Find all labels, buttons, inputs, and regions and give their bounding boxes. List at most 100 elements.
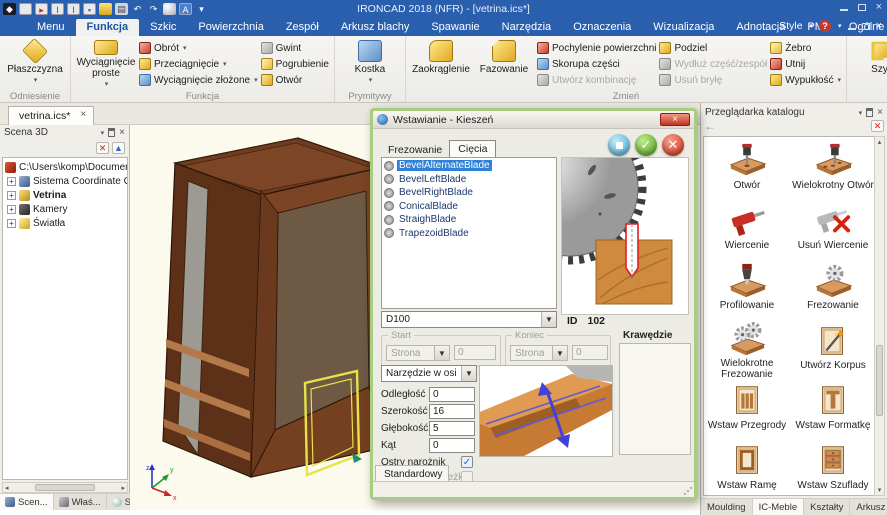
loft-button[interactable]: Wyciągnięcie złożone ▾ <box>139 73 258 87</box>
pin-icon[interactable] <box>108 128 116 137</box>
tab-narzedzia[interactable]: Narzędzia <box>491 19 563 36</box>
thread-button[interactable]: Gwint <box>260 41 329 55</box>
delete-body-button[interactable]: Usuń bryłę <box>659 73 767 87</box>
angle-field[interactable]: 0 <box>429 438 475 453</box>
revolve-button[interactable]: Obrót ▾ <box>139 41 258 55</box>
list-item-blade[interactable]: StraighBlade <box>382 213 556 227</box>
preview-button[interactable] <box>608 134 630 156</box>
cube-button[interactable]: Kostka ▾ <box>340 38 400 90</box>
tab-oznaczenia[interactable]: Oznaczenia <box>562 19 642 36</box>
filter-icon[interactable]: ▲ <box>112 141 125 154</box>
distance-field[interactable]: 0 <box>429 387 475 402</box>
chevron-down-icon[interactable]: ▾ <box>101 129 105 137</box>
open-folder-icon[interactable] <box>99 3 112 15</box>
shell-button[interactable]: Skorupa części <box>536 57 657 71</box>
catalog-item-wielokrotne-frezowanie[interactable]: Wielokrotne Frezowanie <box>704 320 790 380</box>
standard-tab[interactable]: Standardowy <box>375 465 449 482</box>
close-icon[interactable]: × <box>80 110 86 120</box>
sweep-button[interactable]: Przeciągnięcie ▾ <box>139 57 258 71</box>
doc-close-button[interactable]: × <box>876 21 882 32</box>
pattern-button[interactable]: Szyk <box>852 38 887 90</box>
tab-scene[interactable]: Scen... <box>0 494 54 510</box>
end-value-field[interactable]: 0 <box>572 345 608 360</box>
scroll-left-icon[interactable]: ◂ <box>5 484 9 492</box>
expand-icon[interactable]: + <box>7 190 16 200</box>
tree-item-kamery[interactable]: + Kamery <box>3 202 127 216</box>
catalog-item-wstaw-przegrody[interactable]: Wstaw Przegrody <box>704 380 790 440</box>
catalog-scrollbar[interactable]: ▴ ▾ <box>874 136 885 496</box>
tab-ksztalty[interactable]: Kształty <box>804 499 851 515</box>
dialog-title-bar[interactable]: Wstawianie - Kieszeń × <box>373 111 694 129</box>
sharp-corner-checkbox[interactable]: ✓ <box>461 456 473 468</box>
list-item-blade[interactable]: BevelAlternateBlade <box>382 159 556 173</box>
tree-horizontal-scrollbar[interactable]: ◂ ▸ <box>2 482 128 493</box>
catalog-item-frezowanie[interactable]: Frezowanie <box>790 260 876 320</box>
tab-menu[interactable]: Menu <box>26 19 76 36</box>
help-icon[interactable]: ? <box>819 20 832 32</box>
open-scene-icon[interactable]: ▸ <box>35 3 48 15</box>
depth-field[interactable]: 5 <box>429 421 475 436</box>
start-side-dropdown[interactable]: Strona ▼ <box>386 345 450 361</box>
tab-moulding[interactable]: Moulding <box>701 499 753 515</box>
end-side-dropdown[interactable]: Strona ▼ <box>510 345 568 361</box>
chevron-down-icon[interactable]: ▾ <box>838 22 842 30</box>
tree-item-coordinate-system[interactable]: + Sistema Coordinate Global <box>3 174 127 188</box>
doc-restore-button[interactable] <box>861 22 870 30</box>
app-logo-icon[interactable]: ◆ <box>3 3 16 15</box>
hole-button[interactable]: Otwór <box>260 73 329 87</box>
scroll-down-icon[interactable]: ▾ <box>878 486 882 494</box>
expand-icon[interactable]: + <box>7 218 16 228</box>
catalog-item-wiercenie[interactable]: Wiercenie <box>704 200 790 260</box>
save-icon[interactable]: ▤ <box>115 3 128 15</box>
scroll-thumb[interactable] <box>35 484 95 491</box>
tab-funkcja[interactable]: Funkcja <box>75 19 140 36</box>
tree-item-vetrina[interactable]: + Vetrina <box>3 188 127 202</box>
insert-assembly-icon[interactable]: I <box>67 3 80 15</box>
catalog-item-wielokrotny-otwor[interactable]: Wielokrotny Otwór <box>790 140 876 200</box>
tab-spawanie[interactable]: Spawanie <box>420 19 490 36</box>
catalog-item-otwor[interactable]: Otwór <box>704 140 790 200</box>
resize-grip[interactable] <box>683 486 692 495</box>
list-item-blade[interactable]: TrapezoidBlade <box>382 227 556 241</box>
extrude-button[interactable]: Wyciągnięcie proste ▾ <box>76 38 136 90</box>
template-icon[interactable]: ▪ <box>83 3 96 15</box>
chevron-down-icon[interactable]: ▾ <box>810 22 814 30</box>
tab-wizualizacja[interactable]: Wizualizacja <box>642 19 725 36</box>
catalog-item-usun-wiercenie[interactable]: Usuń Wiercenie <box>790 200 876 260</box>
tab-arkusz-blachy[interactable]: Arkusz blachy <box>330 19 420 36</box>
catalog-item-utworz-korpus[interactable]: Utwórz Korpus <box>790 320 876 380</box>
restore-button[interactable] <box>857 3 866 11</box>
cancel-button[interactable]: ✕ <box>662 134 684 156</box>
catalog-item-wstaw-formatke[interactable]: Wstaw Formatkę <box>790 380 876 440</box>
tab-szkic[interactable]: Szkic <box>139 19 187 36</box>
tree-item-swiatla[interactable]: + Światła <box>3 216 127 230</box>
redo-icon[interactable]: ↷ <box>147 3 160 15</box>
split-button[interactable]: Podziel <box>659 41 767 55</box>
blade-size-dropdown[interactable]: D100 ▼ <box>381 311 557 328</box>
ok-button[interactable]: ✓ <box>635 134 657 156</box>
emboss-button[interactable]: Wypukłość ▾ <box>770 73 841 87</box>
trim-button[interactable]: Utnij <box>770 57 841 71</box>
tree-item-scene-root[interactable]: C:\Users\komp\Documents\G <box>3 160 127 174</box>
scroll-thumb[interactable] <box>876 344 883 417</box>
tab-ciecia[interactable]: Cięcia <box>449 140 497 158</box>
scroll-right-icon[interactable]: ▸ <box>121 484 125 492</box>
style-menu[interactable]: Style <box>779 20 802 32</box>
list-item-blade[interactable]: BevelLeftBlade <box>382 173 556 187</box>
pin-icon[interactable] <box>866 108 874 117</box>
thicken-button[interactable]: Pogrubienie <box>260 57 329 71</box>
tool-mode-dropdown[interactable]: Narzędzie w osi ▼ <box>381 365 477 382</box>
chamfer-button[interactable]: Fazowanie <box>474 38 534 90</box>
visual-styles-icon[interactable]: A <box>179 3 192 15</box>
close-button[interactable]: × <box>876 2 882 13</box>
draft-button[interactable]: Pochylenie powierzchni <box>536 41 656 55</box>
close-catalog-icon[interactable]: ✕ <box>871 119 884 132</box>
catalog-item-wstaw-rame[interactable]: Wstaw Ramę <box>704 440 790 495</box>
minimize-button[interactable] <box>839 3 848 11</box>
edges-listbox[interactable] <box>619 343 691 455</box>
suppress-icon[interactable]: ✕ <box>96 141 109 154</box>
tab-ic-meble[interactable]: IC-Meble <box>752 499 805 515</box>
close-icon[interactable]: × <box>119 127 125 138</box>
new-scene-icon[interactable] <box>19 3 32 15</box>
document-tab[interactable]: vetrina.ics* × <box>8 106 95 125</box>
